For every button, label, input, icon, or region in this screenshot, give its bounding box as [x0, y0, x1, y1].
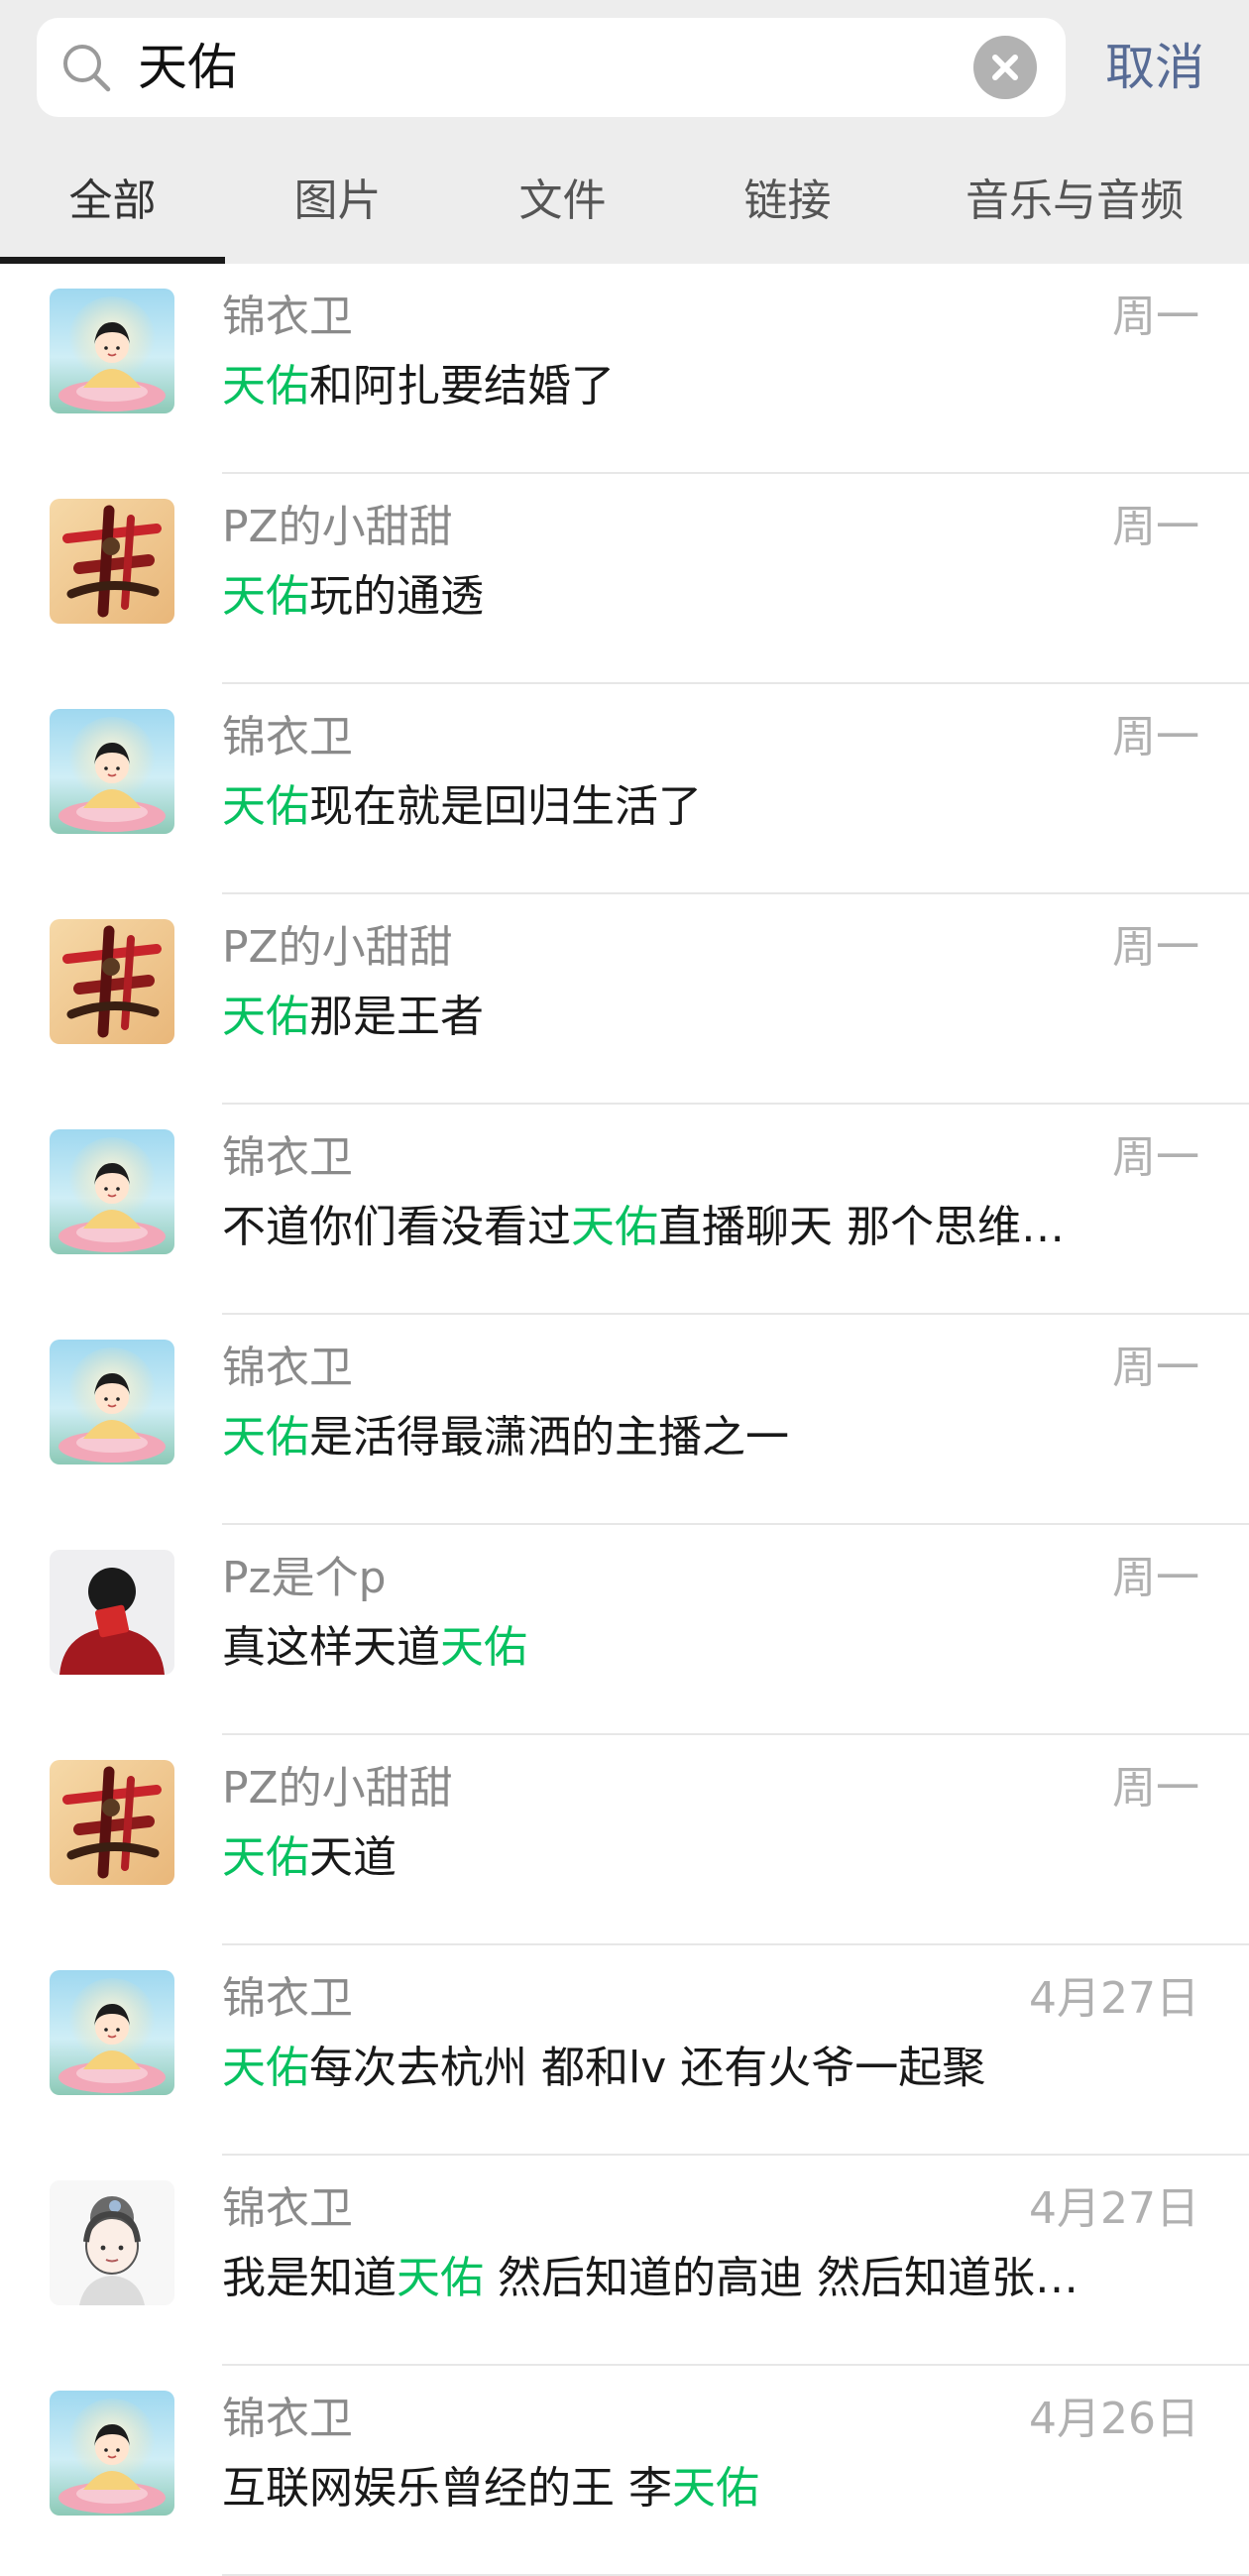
message-snippet: 天佑是活得最潇洒的主播之一: [222, 1408, 1213, 1467]
clear-search-button[interactable]: [973, 36, 1037, 99]
buddha-avatar[interactable]: [50, 2391, 174, 2516]
keyword-highlight: 天佑: [222, 361, 309, 411]
keyword-highlight: 天佑: [222, 781, 309, 832]
buddha-avatar[interactable]: [50, 1970, 174, 2095]
result-item[interactable]: 锦衣卫 4月27日天佑每次去杭州 都和lv 还有火爷一起聚: [0, 1945, 1249, 2156]
result-item[interactable]: PZ的小甜甜 周一天佑天道: [0, 1735, 1249, 1945]
message-snippet: 天佑玩的通透: [222, 567, 1213, 627]
message-snippet: 不道你们看没看过天佑直播聊天 那个思维…: [222, 1198, 1213, 1257]
result-item[interactable]: 锦衣卫 4月26日互联网娱乐曾经的王 李天佑: [0, 2366, 1249, 2576]
result-item[interactable]: Pz是个p 周一真这样天道天佑: [0, 1525, 1249, 1735]
message-text: 然后知道的高迪 然后知道张…: [484, 2253, 1079, 2303]
message-text: 不道你们看没看过: [222, 1202, 571, 1252]
tab-all[interactable]: 全部: [0, 139, 225, 264]
message-date: 周一: [1112, 1343, 1199, 1393]
message-snippet: 互联网娱乐曾经的王 李天佑: [222, 2459, 1213, 2518]
tab-files[interactable]: 文件: [450, 139, 675, 264]
keyword-highlight: 天佑: [571, 1202, 658, 1252]
message-text: 我是知道: [222, 2253, 397, 2303]
result-item[interactable]: PZ的小甜甜 周一天佑那是王者: [0, 894, 1249, 1105]
message-text: 天道: [309, 1832, 397, 1883]
message-date: 周一: [1112, 922, 1199, 973]
message-snippet: 天佑那是王者: [222, 988, 1213, 1047]
buddha-avatar[interactable]: [50, 1340, 174, 1464]
search-input[interactable]: 天佑: [138, 36, 237, 99]
keyword-highlight: 天佑: [440, 1622, 527, 1673]
keyword-highlight: 天佑: [397, 2253, 484, 2303]
calligraphy-avatar[interactable]: [50, 919, 174, 1044]
message-text: 直播聊天 那个思维…: [658, 1202, 1065, 1252]
sender-name: PZ的小甜甜: [222, 1763, 453, 1814]
buddha-avatar[interactable]: [50, 1129, 174, 1254]
tab-images[interactable]: 图片: [225, 139, 450, 264]
search-header: 天佑 取消: [0, 0, 1249, 139]
result-item[interactable]: 锦衣卫 周一天佑和阿扎要结婚了: [0, 264, 1249, 474]
search-icon: [63, 45, 111, 92]
keyword-highlight: 天佑: [672, 2463, 759, 2514]
filter-tabs: 全部 图片 文件 链接 音乐与音频: [0, 139, 1249, 264]
result-item[interactable]: 锦衣卫 周一不道你们看没看过天佑直播聊天 那个思维…: [0, 1105, 1249, 1315]
cancel-button[interactable]: 取消: [1105, 36, 1204, 99]
message-date: 周一: [1112, 292, 1199, 342]
message-text: 互联网娱乐曾经的王 李: [222, 2463, 672, 2514]
message-snippet: 天佑现在就是回归生活了: [222, 777, 1213, 837]
result-item[interactable]: 锦衣卫 周一天佑现在就是回归生活了: [0, 684, 1249, 894]
message-date: 4月27日: [1029, 2183, 1199, 2234]
keyword-highlight: 天佑: [222, 1412, 309, 1463]
active-tab-indicator: [0, 257, 225, 264]
buddha-avatar[interactable]: [50, 289, 174, 413]
calligraphy-avatar[interactable]: [50, 1760, 174, 1885]
message-date: 4月26日: [1029, 2394, 1199, 2444]
sender-name: 锦衣卫: [222, 1973, 353, 2024]
message-text: 和阿扎要结婚了: [309, 361, 615, 411]
message-text: 玩的通透: [309, 571, 484, 622]
keyword-highlight: 天佑: [222, 571, 309, 622]
message-snippet: 天佑和阿扎要结婚了: [222, 357, 1213, 416]
person-avatar[interactable]: [50, 1550, 174, 1675]
message-text: 是活得最潇洒的主播之一: [309, 1412, 789, 1463]
message-text: 真这样天道: [222, 1622, 440, 1673]
message-text: 那是王者: [309, 992, 484, 1042]
message-date: 周一: [1112, 1132, 1199, 1183]
keyword-highlight: 天佑: [222, 992, 309, 1042]
sender-name: PZ的小甜甜: [222, 922, 453, 973]
message-snippet: 我是知道天佑 然后知道的高迪 然后知道张…: [222, 2249, 1213, 2308]
result-item[interactable]: 锦衣卫 4月27日我是知道天佑 然后知道的高迪 然后知道张…: [0, 2156, 1249, 2366]
message-date: 4月27日: [1029, 1973, 1199, 2024]
message-date: 周一: [1112, 502, 1199, 552]
sender-name: 锦衣卫: [222, 712, 353, 762]
message-date: 周一: [1112, 712, 1199, 762]
message-snippet: 天佑天道: [222, 1828, 1213, 1888]
message-snippet: 真这样天道天佑: [222, 1618, 1213, 1678]
sender-name: 锦衣卫: [222, 2183, 353, 2234]
tab-music-audio[interactable]: 音乐与音频: [900, 139, 1249, 264]
calligraphy-avatar[interactable]: [50, 499, 174, 624]
message-text: 现在就是回归生活了: [309, 781, 702, 832]
message-text: 每次去杭州 都和lv 还有火爷一起聚: [309, 2043, 986, 2093]
message-date: 周一: [1112, 1763, 1199, 1814]
buddha-avatar[interactable]: [50, 709, 174, 834]
sender-name: Pz是个p: [222, 1553, 387, 1603]
sketch-girl-avatar[interactable]: [50, 2180, 174, 2305]
result-item[interactable]: PZ的小甜甜 周一天佑玩的通透: [0, 474, 1249, 684]
search-box[interactable]: 天佑: [37, 18, 1066, 117]
sender-name: 锦衣卫: [222, 2394, 353, 2444]
sender-name: 锦衣卫: [222, 292, 353, 342]
keyword-highlight: 天佑: [222, 2043, 309, 2093]
sender-name: 锦衣卫: [222, 1343, 353, 1393]
result-item[interactable]: 锦衣卫 周一天佑是活得最潇洒的主播之一: [0, 1315, 1249, 1525]
message-snippet: 天佑每次去杭州 都和lv 还有火爷一起聚: [222, 2039, 1213, 2098]
tab-links[interactable]: 链接: [675, 139, 900, 264]
close-icon: [992, 55, 1018, 80]
sender-name: PZ的小甜甜: [222, 502, 453, 552]
keyword-highlight: 天佑: [222, 1832, 309, 1883]
sender-name: 锦衣卫: [222, 1132, 353, 1183]
message-date: 周一: [1112, 1553, 1199, 1603]
